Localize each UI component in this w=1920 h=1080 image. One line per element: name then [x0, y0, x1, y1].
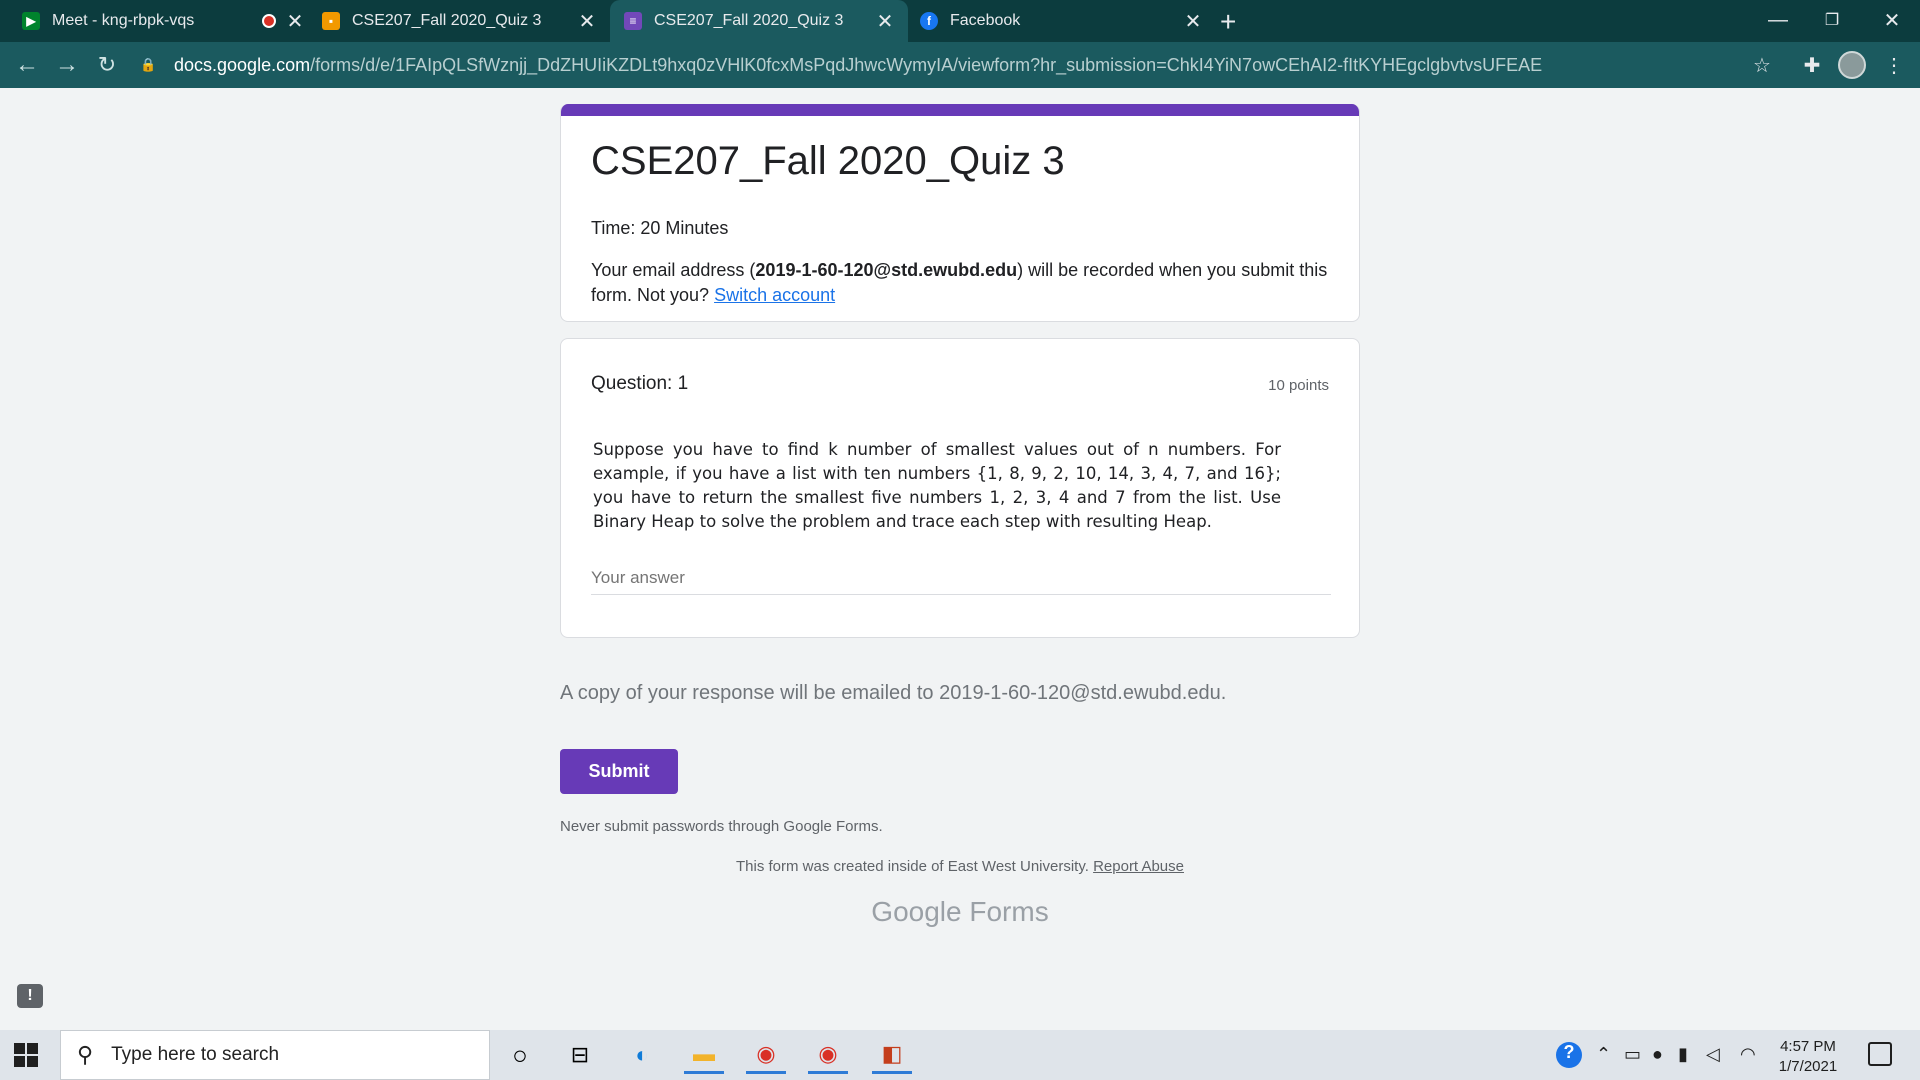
switch-account-link[interactable]: Switch account: [714, 285, 835, 305]
tab-meet[interactable]: ▶ Meet - kng-rbpk-vqs ✕: [22, 0, 306, 42]
close-icon[interactable]: ✕: [1182, 9, 1204, 34]
browser-toolbar: ← → ↻ 🔒 docs.google.com/forms/d/e/1FAIpQ…: [0, 42, 1920, 88]
close-icon[interactable]: ✕: [576, 9, 598, 34]
windows-start-icon[interactable]: [14, 1043, 38, 1067]
facebook-icon: f: [920, 12, 938, 30]
url-host: docs.google.com: [174, 54, 311, 75]
clock-time: 4:57 PM: [1780, 1038, 1836, 1055]
tab-title: CSE207_Fall 2020_Quiz 3: [352, 12, 542, 29]
microphone-icon[interactable]: ●: [1652, 1044, 1663, 1065]
slides-icon: ▪: [322, 12, 340, 30]
help-icon[interactable]: ?: [1556, 1042, 1582, 1068]
question-points: 10 points: [1268, 377, 1329, 394]
tab-title: Meet - kng-rbpk-vqs: [52, 12, 195, 29]
clock-date: 1/7/2021: [1778, 1058, 1838, 1075]
minimize-icon[interactable]: —: [1752, 0, 1804, 40]
tab-forms-quiz[interactable]: ≡ CSE207_Fall 2020_Quiz 3 ✕: [610, 0, 908, 42]
search-icon: ⚲: [77, 1042, 94, 1067]
restore-icon[interactable]: ❐: [1806, 0, 1858, 40]
notifications-icon[interactable]: [1868, 1042, 1892, 1066]
submit-button[interactable]: Submit: [560, 749, 678, 794]
chrome-icon[interactable]: ◉: [746, 1036, 786, 1074]
back-arrow-icon[interactable]: ←: [12, 50, 42, 80]
logo-google-text: Google: [871, 896, 962, 927]
battery-icon[interactable]: ▮: [1678, 1044, 1688, 1065]
profile-avatar[interactable]: [1838, 51, 1866, 79]
extensions-puzzle-icon[interactable]: ✚: [1798, 51, 1826, 79]
forward-arrow-icon[interactable]: →: [52, 50, 82, 80]
task-view-icon[interactable]: ⊟: [560, 1036, 600, 1074]
form-page: CSE207_Fall 2020_Quiz 3 Time: 20 Minutes…: [0, 88, 1920, 1030]
question-title: Question: 1: [591, 373, 689, 394]
chevron-up-icon[interactable]: ⌃: [1596, 1044, 1611, 1065]
browser-tab-strip: ▶ Meet - kng-rbpk-vqs ✕ ▪ CSE207_Fall 20…: [0, 0, 1920, 42]
bookmark-star-icon[interactable]: ☆: [1748, 51, 1776, 79]
forms-icon: ≡: [624, 12, 642, 30]
feedback-icon[interactable]: !: [17, 984, 43, 1008]
taskbar-search-placeholder: Type here to search: [111, 1044, 280, 1065]
question-body: Suppose you have to find k number of sma…: [593, 440, 1281, 531]
google-forms-logo[interactable]: Google Forms: [560, 896, 1360, 928]
logo-forms-text: Forms: [969, 896, 1049, 927]
meet-icon: ▶: [22, 12, 40, 30]
email-notice-prefix: Your email address (: [591, 260, 756, 280]
address-bar[interactable]: 🔒 docs.google.com/forms/d/e/1FAIpQLSfWzn…: [140, 49, 1770, 81]
form-title: CSE207_Fall 2020_Quiz 3: [591, 139, 1065, 183]
close-icon[interactable]: ✕: [874, 9, 896, 34]
meet-now-icon[interactable]: ▭: [1624, 1044, 1641, 1065]
cortana-icon[interactable]: ○: [500, 1036, 540, 1074]
report-abuse-link[interactable]: Report Abuse: [1093, 858, 1184, 875]
taskbar-search-box[interactable]: ⚲ Type here to search: [60, 1030, 490, 1080]
taskbar-clock[interactable]: 4:57 PM 1/7/2021: [1768, 1037, 1848, 1077]
windows-taskbar: ⚲ Type here to search ○ ⊟ ◐ ▬ ◉ ◉ ◧ ? ⌃ …: [0, 1030, 1920, 1080]
close-icon[interactable]: ✕: [284, 9, 306, 34]
response-copy-note: A copy of your response will be emailed …: [560, 682, 1227, 704]
email-notice: Your email address (2019-1-60-120@std.ew…: [591, 258, 1331, 308]
form-header-card: CSE207_Fall 2020_Quiz 3 Time: 20 Minutes…: [560, 104, 1360, 322]
answer-input[interactable]: [591, 561, 1331, 595]
form-description: Time: 20 Minutes: [591, 218, 729, 238]
tab-title: Facebook: [950, 12, 1021, 29]
menu-dots-icon[interactable]: ⋮: [1880, 51, 1908, 79]
powerpoint-icon[interactable]: ◧: [872, 1036, 912, 1074]
tab-title: CSE207_Fall 2020_Quiz 3: [654, 12, 844, 29]
chrome-profile-icon[interactable]: ◉: [808, 1036, 848, 1074]
tab-facebook[interactable]: f Facebook ✕: [920, 0, 1204, 42]
respondent-email: 2019-1-60-120@std.ewubd.edu: [755, 260, 1018, 280]
accent-band: [561, 104, 1359, 116]
password-warning: Never submit passwords through Google Fo…: [560, 818, 883, 835]
question-card: Question: 1 10 points Suppose you have t…: [560, 338, 1360, 638]
lock-icon: 🔒: [140, 57, 157, 72]
window-close-icon[interactable]: ✕: [1866, 0, 1918, 40]
file-explorer-icon[interactable]: ▬: [684, 1036, 724, 1074]
tab-slides-quiz[interactable]: ▪ CSE207_Fall 2020_Quiz 3 ✕: [322, 0, 598, 42]
created-text: This form was created inside of East Wes…: [736, 858, 1089, 875]
url-path: /forms/d/e/1FAIpQLSfWznjj_DdZHUIiKZDLt9h…: [310, 54, 1543, 75]
new-tab-button[interactable]: +: [1220, 6, 1236, 38]
wifi-icon[interactable]: ◠: [1740, 1044, 1756, 1065]
volume-icon[interactable]: ◁: [1706, 1044, 1720, 1065]
edge-icon[interactable]: ◐: [622, 1036, 662, 1074]
reload-icon[interactable]: ↻: [92, 50, 122, 80]
recording-icon: [262, 14, 276, 28]
form-origin-note: This form was created inside of East Wes…: [560, 858, 1360, 875]
